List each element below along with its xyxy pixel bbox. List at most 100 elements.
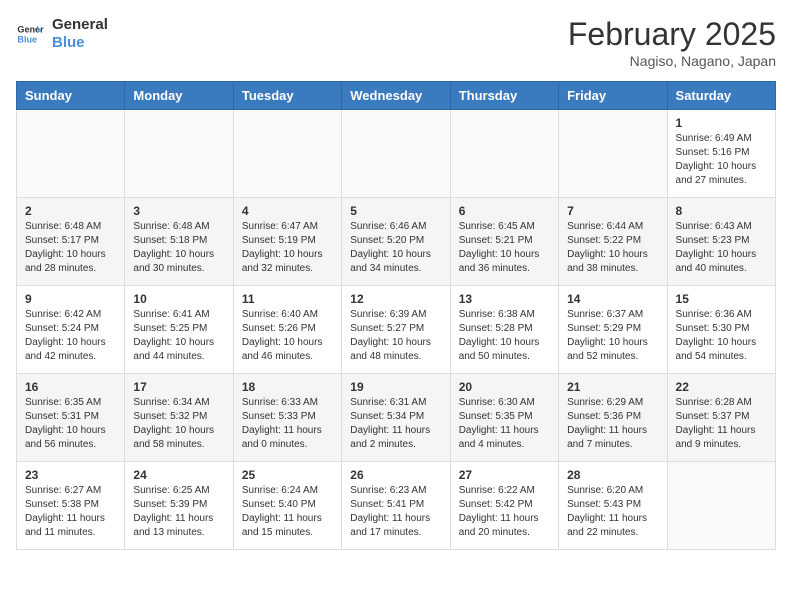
calendar-cell: 3 Sunrise: 6:48 AM Sunset: 5:18 PM Daylig… (125, 198, 233, 286)
day-info: Sunrise: 6:44 AM Sunset: 5:22 PM Dayligh… (567, 220, 658, 276)
day-number: 9 (25, 292, 116, 306)
calendar-cell: 19 Sunrise: 6:31 AM Sunset: 5:34 PM Dayli… (342, 374, 450, 462)
calendar-cell: 7 Sunrise: 6:44 AM Sunset: 5:22 PM Daylig… (559, 198, 667, 286)
day-info: Sunrise: 6:24 AM Sunset: 5:40 PM Dayligh… (242, 484, 333, 540)
day-number: 13 (459, 292, 550, 306)
day-info: Sunrise: 6:45 AM Sunset: 5:21 PM Dayligh… (459, 220, 550, 276)
logo: General Blue General Blue (16, 16, 108, 52)
calendar-cell: 20Sunrise: 6:30 AM Sunset: 5:35 PM Dayli… (450, 374, 558, 462)
day-number: 22 (676, 380, 767, 394)
day-info: Sunrise: 6:31 AM Sunset: 5:34 PM Dayligh… (350, 396, 441, 452)
day-number: 24 (133, 468, 224, 482)
calendar-week-2: 2 Sunrise: 6:48 AM Sunset: 5:17 PM Daylig… (17, 198, 776, 286)
calendar-cell (450, 110, 558, 198)
day-number: 15 (676, 292, 767, 306)
calendar-cell (125, 110, 233, 198)
header-friday: Friday (559, 82, 667, 110)
calendar-cell: 10 Sunrise: 6:41 AM Sunset: 5:25 PM Dayli… (125, 286, 233, 374)
calendar-cell: 12 Sunrise: 6:39 AM Sunset: 5:27 PM Dayli… (342, 286, 450, 374)
day-info: Sunrise: 6:30 AM Sunset: 5:35 PM Dayligh… (459, 396, 550, 452)
day-info: Sunrise: 6:49 AM Sunset: 5:16 PM Dayligh… (676, 132, 767, 188)
day-info: Sunrise: 6:42 AM Sunset: 5:24 PM Dayligh… (25, 308, 116, 364)
day-number: 10 (133, 292, 224, 306)
title-block: February 2025 Nagiso, Nagano, Japan (568, 16, 776, 69)
header-wednesday: Wednesday (342, 82, 450, 110)
svg-text:Blue: Blue (17, 34, 37, 44)
day-info: Sunrise: 6:40 AM Sunset: 5:26 PM Dayligh… (242, 308, 333, 364)
logo-line2: Blue (52, 34, 108, 52)
calendar-cell: 6 Sunrise: 6:45 AM Sunset: 5:21 PM Daylig… (450, 198, 558, 286)
day-number: 1 (676, 116, 767, 130)
header-tuesday: Tuesday (233, 82, 341, 110)
day-number: 18 (242, 380, 333, 394)
day-number: 23 (25, 468, 116, 482)
calendar-cell (342, 110, 450, 198)
calendar-cell (17, 110, 125, 198)
header-thursday: Thursday (450, 82, 558, 110)
day-info: Sunrise: 6:37 AM Sunset: 5:29 PM Dayligh… (567, 308, 658, 364)
calendar-cell: 4 Sunrise: 6:47 AM Sunset: 5:19 PM Daylig… (233, 198, 341, 286)
day-number: 26 (350, 468, 441, 482)
calendar-cell: 21 Sunrise: 6:29 AM Sunset: 5:36 PM Dayli… (559, 374, 667, 462)
day-info: Sunrise: 6:36 AM Sunset: 5:30 PM Dayligh… (676, 308, 767, 364)
calendar-cell: 22 Sunrise: 6:28 AM Sunset: 5:37 PM Dayli… (667, 374, 775, 462)
day-number: 7 (567, 204, 658, 218)
header-saturday: Saturday (667, 82, 775, 110)
logo-line1: General (52, 16, 108, 34)
day-number: 3 (133, 204, 224, 218)
day-number: 17 (133, 380, 224, 394)
day-number: 25 (242, 468, 333, 482)
calendar-cell: 28Sunrise: 6:20 AM Sunset: 5:43 PM Dayli… (559, 462, 667, 550)
day-info: Sunrise: 6:39 AM Sunset: 5:27 PM Dayligh… (350, 308, 441, 364)
day-info: Sunrise: 6:27 AM Sunset: 5:38 PM Dayligh… (25, 484, 116, 540)
day-info: Sunrise: 6:43 AM Sunset: 5:23 PM Dayligh… (676, 220, 767, 276)
calendar-week-3: 9 Sunrise: 6:42 AM Sunset: 5:24 PM Daylig… (17, 286, 776, 374)
day-info: Sunrise: 6:28 AM Sunset: 5:37 PM Dayligh… (676, 396, 767, 452)
calendar-cell: 26 Sunrise: 6:23 AM Sunset: 5:41 PM Dayli… (342, 462, 450, 550)
calendar-week-4: 16Sunrise: 6:35 AM Sunset: 5:31 PM Dayli… (17, 374, 776, 462)
calendar-cell (667, 462, 775, 550)
day-number: 12 (350, 292, 441, 306)
calendar-cell: 8Sunrise: 6:43 AM Sunset: 5:23 PM Daylig… (667, 198, 775, 286)
day-number: 4 (242, 204, 333, 218)
day-info: Sunrise: 6:22 AM Sunset: 5:42 PM Dayligh… (459, 484, 550, 540)
day-info: Sunrise: 6:46 AM Sunset: 5:20 PM Dayligh… (350, 220, 441, 276)
day-info: Sunrise: 6:33 AM Sunset: 5:33 PM Dayligh… (242, 396, 333, 452)
day-number: 5 (350, 204, 441, 218)
calendar-cell: 27 Sunrise: 6:22 AM Sunset: 5:42 PM Dayli… (450, 462, 558, 550)
day-info: Sunrise: 6:29 AM Sunset: 5:36 PM Dayligh… (567, 396, 658, 452)
day-info: Sunrise: 6:48 AM Sunset: 5:18 PM Dayligh… (133, 220, 224, 276)
day-number: 11 (242, 292, 333, 306)
calendar-cell: 23 Sunrise: 6:27 AM Sunset: 5:38 PM Dayli… (17, 462, 125, 550)
day-info: Sunrise: 6:48 AM Sunset: 5:17 PM Dayligh… (25, 220, 116, 276)
calendar-cell: 25 Sunrise: 6:24 AM Sunset: 5:40 PM Dayli… (233, 462, 341, 550)
calendar-cell (233, 110, 341, 198)
day-number: 19 (350, 380, 441, 394)
calendar-cell: 15 Sunrise: 6:36 AM Sunset: 5:30 PM Dayli… (667, 286, 775, 374)
calendar-cell: 1 Sunrise: 6:49 AM Sunset: 5:16 PM Daylig… (667, 110, 775, 198)
page-header: General Blue General Blue February 2025 … (16, 16, 776, 69)
calendar-cell: 5 Sunrise: 6:46 AM Sunset: 5:20 PM Daylig… (342, 198, 450, 286)
day-info: Sunrise: 6:38 AM Sunset: 5:28 PM Dayligh… (459, 308, 550, 364)
calendar-cell: 11 Sunrise: 6:40 AM Sunset: 5:26 PM Dayli… (233, 286, 341, 374)
calendar-table: SundayMondayTuesdayWednesdayThursdayFrid… (16, 81, 776, 550)
calendar-cell: 13 Sunrise: 6:38 AM Sunset: 5:28 PM Dayli… (450, 286, 558, 374)
day-info: Sunrise: 6:35 AM Sunset: 5:31 PM Dayligh… (25, 396, 116, 452)
day-number: 27 (459, 468, 550, 482)
calendar-cell: 9 Sunrise: 6:42 AM Sunset: 5:24 PM Daylig… (17, 286, 125, 374)
day-info: Sunrise: 6:20 AM Sunset: 5:43 PM Dayligh… (567, 484, 658, 540)
day-number: 2 (25, 204, 116, 218)
calendar-cell: 16Sunrise: 6:35 AM Sunset: 5:31 PM Dayli… (17, 374, 125, 462)
day-number: 21 (567, 380, 658, 394)
day-info: Sunrise: 6:25 AM Sunset: 5:39 PM Dayligh… (133, 484, 224, 540)
calendar-cell: 2 Sunrise: 6:48 AM Sunset: 5:17 PM Daylig… (17, 198, 125, 286)
day-info: Sunrise: 6:41 AM Sunset: 5:25 PM Dayligh… (133, 308, 224, 364)
day-number: 6 (459, 204, 550, 218)
month-year: February 2025 (568, 16, 776, 53)
calendar-week-5: 23 Sunrise: 6:27 AM Sunset: 5:38 PM Dayli… (17, 462, 776, 550)
location: Nagiso, Nagano, Japan (568, 53, 776, 69)
day-info: Sunrise: 6:23 AM Sunset: 5:41 PM Dayligh… (350, 484, 441, 540)
calendar-cell (559, 110, 667, 198)
day-info: Sunrise: 6:47 AM Sunset: 5:19 PM Dayligh… (242, 220, 333, 276)
calendar-header-row: SundayMondayTuesdayWednesdayThursdayFrid… (17, 82, 776, 110)
